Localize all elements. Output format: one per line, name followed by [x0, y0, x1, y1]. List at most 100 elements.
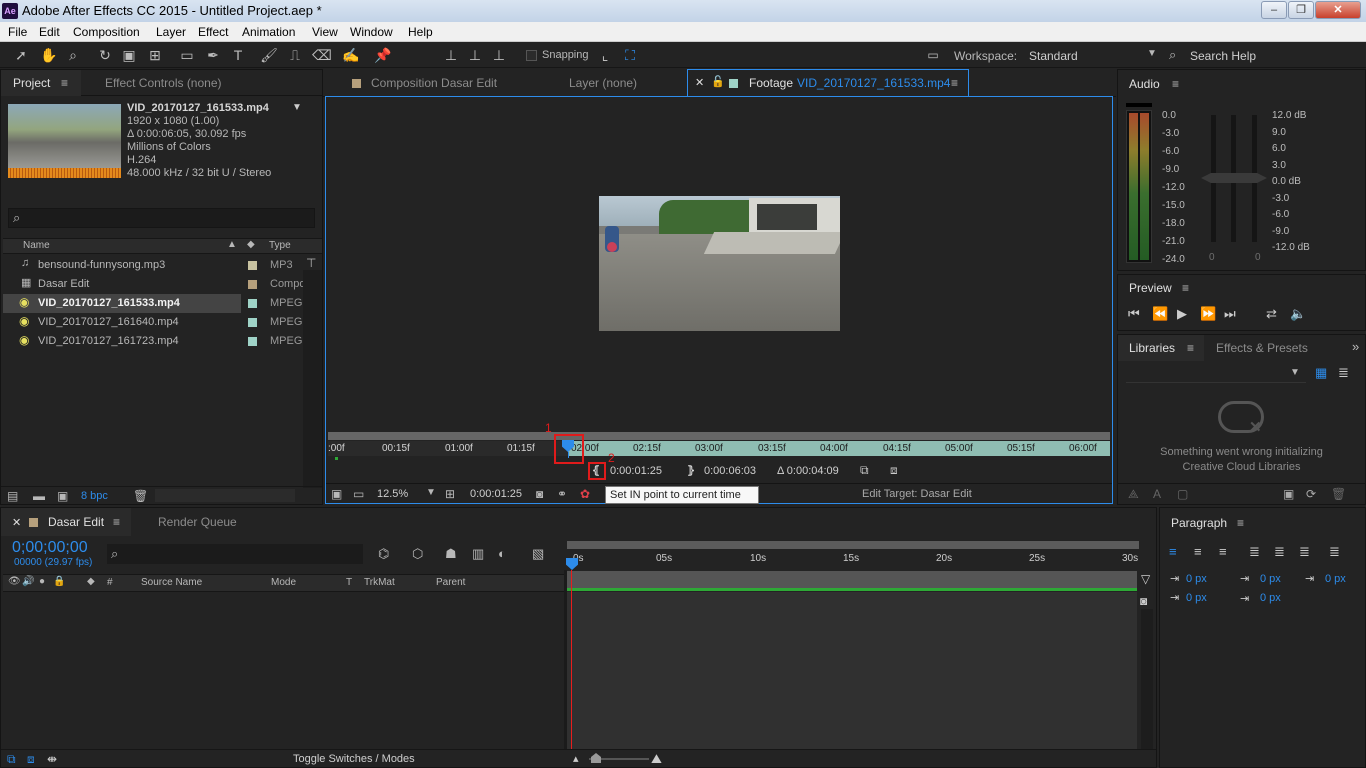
- project-menu-icon[interactable]: ≡: [61, 76, 71, 90]
- timeline-divider[interactable]: [564, 570, 567, 750]
- tab-render-queue[interactable]: Render Queue: [158, 515, 237, 529]
- rotation-tool-icon[interactable]: ↻: [96, 46, 114, 64]
- stock-icon[interactable]: ▣: [1283, 487, 1294, 501]
- menu-layer[interactable]: Layer: [156, 25, 186, 39]
- label-color-swatch[interactable]: [248, 337, 257, 346]
- label-color-swatch[interactable]: [248, 261, 257, 270]
- region-of-interest-icon[interactable]: ⊞: [445, 487, 455, 501]
- lock-icon[interactable]: 🔓: [711, 75, 725, 88]
- first-line-indent-value[interactable]: 0 px: [1186, 592, 1207, 604]
- justify-left-icon[interactable]: ≣: [1249, 544, 1260, 560]
- list-view-icon[interactable]: ≣: [1338, 365, 1349, 381]
- library-trash-icon[interactable]: 🗑: [1331, 487, 1346, 501]
- ripple-insert-edit-icon[interactable]: ⧉: [860, 463, 869, 478]
- graph-editor-icon[interactable]: ▧: [532, 546, 544, 562]
- eraser-tool-icon[interactable]: ⌫: [312, 46, 332, 64]
- align-center-icon[interactable]: ≡: [1194, 544, 1202, 559]
- column-name-header[interactable]: Name: [23, 240, 50, 251]
- puppet-tool-icon[interactable]: 📌: [374, 46, 392, 64]
- time-navigator-bar[interactable]: [328, 432, 1110, 440]
- timeline-tab-close-icon[interactable]: ✕: [12, 516, 21, 529]
- overlay-edit-icon[interactable]: ⧈: [890, 463, 898, 478]
- timeline-menu-icon[interactable]: ≡: [113, 515, 123, 529]
- in-out-panes-icon[interactable]: ⇼: [47, 752, 57, 766]
- flowchart-icon[interactable]: ⊤: [306, 256, 316, 270]
- clone-stamp-tool-icon[interactable]: ⎍: [286, 46, 304, 64]
- column-type-header[interactable]: Type: [269, 240, 291, 251]
- tab-footage-name[interactable]: VID_20170127_161533.mp4: [797, 76, 950, 90]
- timeline-navigator[interactable]: [567, 541, 1139, 549]
- in-point-time[interactable]: 0:00:01:25: [610, 465, 662, 477]
- tab-effect-controls[interactable]: Effect Controls (none): [105, 76, 222, 90]
- motion-blur-icon[interactable]: ◐: [498, 546, 506, 561]
- snap-features-icon[interactable]: ⛶: [621, 46, 639, 64]
- menu-edit[interactable]: Edit: [39, 25, 60, 39]
- label-color-swatch[interactable]: [248, 318, 257, 327]
- zoom-in-icon[interactable]: ⛰: [651, 751, 662, 767]
- project-item[interactable]: ◉ VID_20170127_161723.mp4 MPEG: [3, 332, 303, 351]
- zoom-out-icon[interactable]: ▴: [573, 752, 579, 765]
- rectangle-tool-icon[interactable]: ▭: [178, 46, 196, 64]
- set-in-point-button[interactable]: ⦃: [592, 464, 600, 477]
- libraries-menu-icon[interactable]: ≡: [1187, 341, 1197, 355]
- comp-flowchart-icon[interactable]: ⌬: [378, 546, 389, 562]
- lock-toggle-icon[interactable]: 🔒: [53, 576, 65, 587]
- snap-edges-icon[interactable]: ⌞: [596, 46, 614, 64]
- paragraph-menu-icon[interactable]: ≡: [1237, 516, 1247, 530]
- library-dropdown-icon[interactable]: ▼: [1290, 367, 1300, 378]
- layer-switches-icon[interactable]: ⧉: [7, 752, 16, 767]
- tab-layer[interactable]: Layer (none): [569, 76, 637, 90]
- timeline-zoom-handle[interactable]: [591, 753, 601, 763]
- maximize-button[interactable]: ❐: [1288, 1, 1314, 19]
- audio-menu-icon[interactable]: ≡: [1172, 77, 1182, 91]
- magnification-select[interactable]: 12.5%: [377, 488, 408, 500]
- column-source-name[interactable]: Source Name: [141, 577, 202, 588]
- volume-fader-handle[interactable]: [1201, 173, 1267, 183]
- project-footer-scroll[interactable]: [155, 489, 295, 502]
- solo-toggle-icon[interactable]: ●: [39, 576, 45, 587]
- interpret-footage-icon[interactable]: ▤: [7, 489, 18, 503]
- set-out-point-button[interactable]: ⦄: [687, 464, 695, 477]
- trash-icon[interactable]: 🗑: [133, 489, 148, 503]
- last-frame-icon[interactable]: ⏭: [1224, 306, 1236, 322]
- monitor-icon[interactable]: ▭: [353, 487, 364, 501]
- preview-menu-icon[interactable]: ≡: [1182, 281, 1192, 295]
- tab-libraries[interactable]: Libraries: [1129, 341, 1175, 355]
- menu-view[interactable]: View: [312, 25, 338, 39]
- draft-3d-icon[interactable]: ⬡: [412, 546, 423, 562]
- new-composition-icon[interactable]: ▣: [57, 489, 68, 503]
- transfer-controls-icon[interactable]: ⧈: [27, 752, 35, 767]
- timeline-search-input[interactable]: [107, 544, 363, 564]
- toggle-switches-modes[interactable]: Toggle Switches / Modes: [293, 753, 415, 765]
- project-scrollbar[interactable]: [303, 270, 322, 488]
- sync-icon[interactable]: ⟳: [1306, 487, 1316, 501]
- selection-tool-icon[interactable]: ➚: [12, 46, 30, 64]
- project-item-selected[interactable]: ◉ VID_20170127_161533.mp4: [3, 294, 241, 313]
- timeline-timecode[interactable]: 0;00;00;00: [12, 539, 88, 557]
- project-search-input[interactable]: [8, 208, 315, 228]
- column-number[interactable]: #: [107, 577, 113, 588]
- preview-dropdown-icon[interactable]: ▼: [292, 102, 302, 113]
- column-trkmat[interactable]: TrkMat: [364, 577, 395, 588]
- menu-help[interactable]: Help: [408, 25, 433, 39]
- add-text-icon[interactable]: A: [1153, 487, 1161, 501]
- tab-project[interactable]: Project: [13, 76, 50, 90]
- timeline-scrollbar[interactable]: [1141, 609, 1153, 749]
- pan-behind-tool-icon[interactable]: ⊞: [146, 46, 164, 64]
- first-frame-icon[interactable]: ⏮: [1128, 306, 1140, 322]
- minimize-button[interactable]: –: [1261, 1, 1287, 19]
- project-item[interactable]: ▦ Dasar Edit Compo: [3, 275, 305, 294]
- workspace-dropdown-icon[interactable]: ▼: [1147, 48, 1157, 59]
- next-frame-icon[interactable]: ⏩: [1200, 306, 1216, 322]
- timeline-track-area[interactable]: [567, 592, 1137, 749]
- footage-tab-close-icon[interactable]: ✕: [695, 76, 704, 89]
- zoom-tool-icon[interactable]: ⌕: [64, 46, 82, 64]
- frame-blending-icon[interactable]: ▥: [472, 546, 484, 562]
- column-track-matte-t[interactable]: T: [346, 577, 352, 588]
- column-parent[interactable]: Parent: [436, 577, 465, 588]
- camera-tool-icon[interactable]: ▣: [120, 46, 138, 64]
- world-axis-icon[interactable]: ⊥: [466, 46, 484, 64]
- out-point-time[interactable]: 0:00:06:03: [704, 465, 756, 477]
- hand-tool-icon[interactable]: ✋: [40, 46, 58, 64]
- footage-frame[interactable]: [599, 196, 840, 331]
